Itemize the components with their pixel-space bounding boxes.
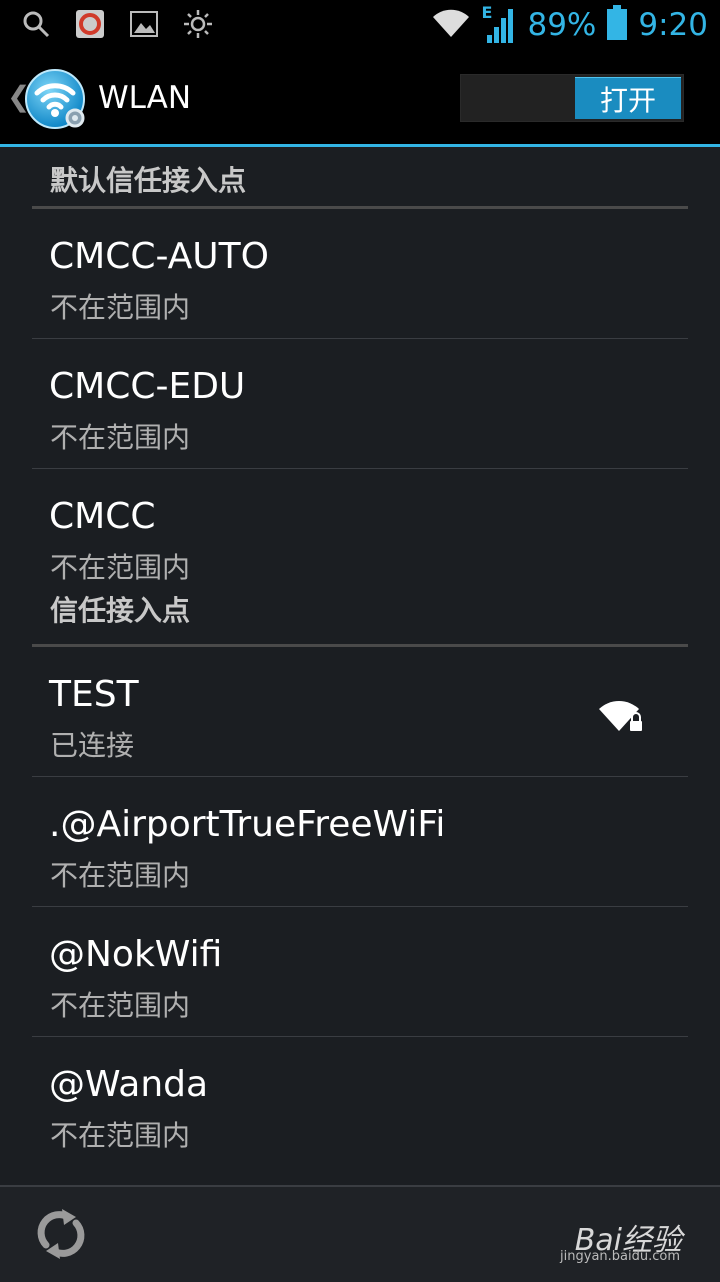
network-status: 不在范围内 — [50, 859, 191, 892]
network-ssid: .@AirportTrueFreeWiFi — [49, 804, 446, 845]
network-item-nokwifi[interactable]: @NokWifi 不在范围内 — [0, 907, 720, 1037]
network-ssid: CMCC-AUTO — [49, 236, 269, 277]
brightness-icon — [182, 8, 214, 40]
network-item-cmcc[interactable]: CMCC 不在范围内 — [0, 469, 720, 589]
network-status: 不在范围内 — [50, 421, 191, 454]
network-ssid: @NokWifi — [49, 934, 223, 975]
status-bar: E 89% 9:20 — [0, 0, 720, 50]
network-status: 不在范围内 — [50, 291, 191, 324]
battery-percent: 89% — [527, 7, 597, 43]
cell-signal-icon: E — [481, 3, 517, 45]
toggle-on-label[interactable]: 打开 — [575, 77, 681, 119]
section-header-label: 默认信任接入点 — [50, 164, 247, 197]
search-icon — [20, 8, 52, 40]
network-ssid: TEST — [49, 674, 139, 715]
network-item-cmcc-edu[interactable]: CMCC-EDU 不在范围内 — [0, 339, 720, 469]
section-header-label: 信任接入点 — [50, 594, 191, 627]
section-header-trusted: 信任接入点 — [0, 589, 720, 647]
network-status: 不在范围内 — [50, 1119, 191, 1152]
watermark-url: jingyan.baidu.com — [560, 1249, 680, 1264]
wlan-list: 默认信任接入点 CMCC-AUTO 不在范围内 CMCC-EDU 不在范围内 C… — [0, 147, 720, 1167]
wifi-status-icon — [431, 7, 471, 43]
network-ssid: CMCC-EDU — [49, 366, 246, 407]
network-ssid: @Wanda — [49, 1064, 209, 1105]
network-ssid: CMCC — [49, 496, 156, 537]
network-item-cmcc-auto[interactable]: CMCC-AUTO 不在范围内 — [0, 209, 720, 339]
action-bar: ❮ WLAN 打开 — [0, 50, 720, 147]
network-item-airporttruefreewifi[interactable]: .@AirportTrueFreeWiFi 不在范围内 — [0, 777, 720, 907]
image-icon — [128, 8, 160, 40]
network-item-wanda[interactable]: @Wanda 不在范围内 — [0, 1037, 720, 1167]
app-notification-icon — [74, 8, 106, 40]
network-status: 不在范围内 — [50, 551, 191, 584]
section-header-default-trusted: 默认信任接入点 — [0, 147, 720, 209]
wifi-lock-icon — [597, 697, 645, 733]
refresh-scan-icon[interactable] — [32, 1205, 90, 1263]
bottom-action-bar: Bai经验 jingyan.baidu.com — [0, 1185, 720, 1282]
network-item-test[interactable]: TEST 已连接 — [0, 647, 720, 777]
wlan-toggle[interactable]: 打开 — [460, 74, 684, 122]
network-status: 不在范围内 — [50, 989, 191, 1022]
clock: 9:20 — [638, 7, 708, 43]
page-title: WLAN — [98, 80, 192, 116]
wlan-app-icon[interactable] — [25, 67, 89, 131]
network-status: 已连接 — [50, 729, 135, 762]
battery-icon — [606, 5, 628, 45]
